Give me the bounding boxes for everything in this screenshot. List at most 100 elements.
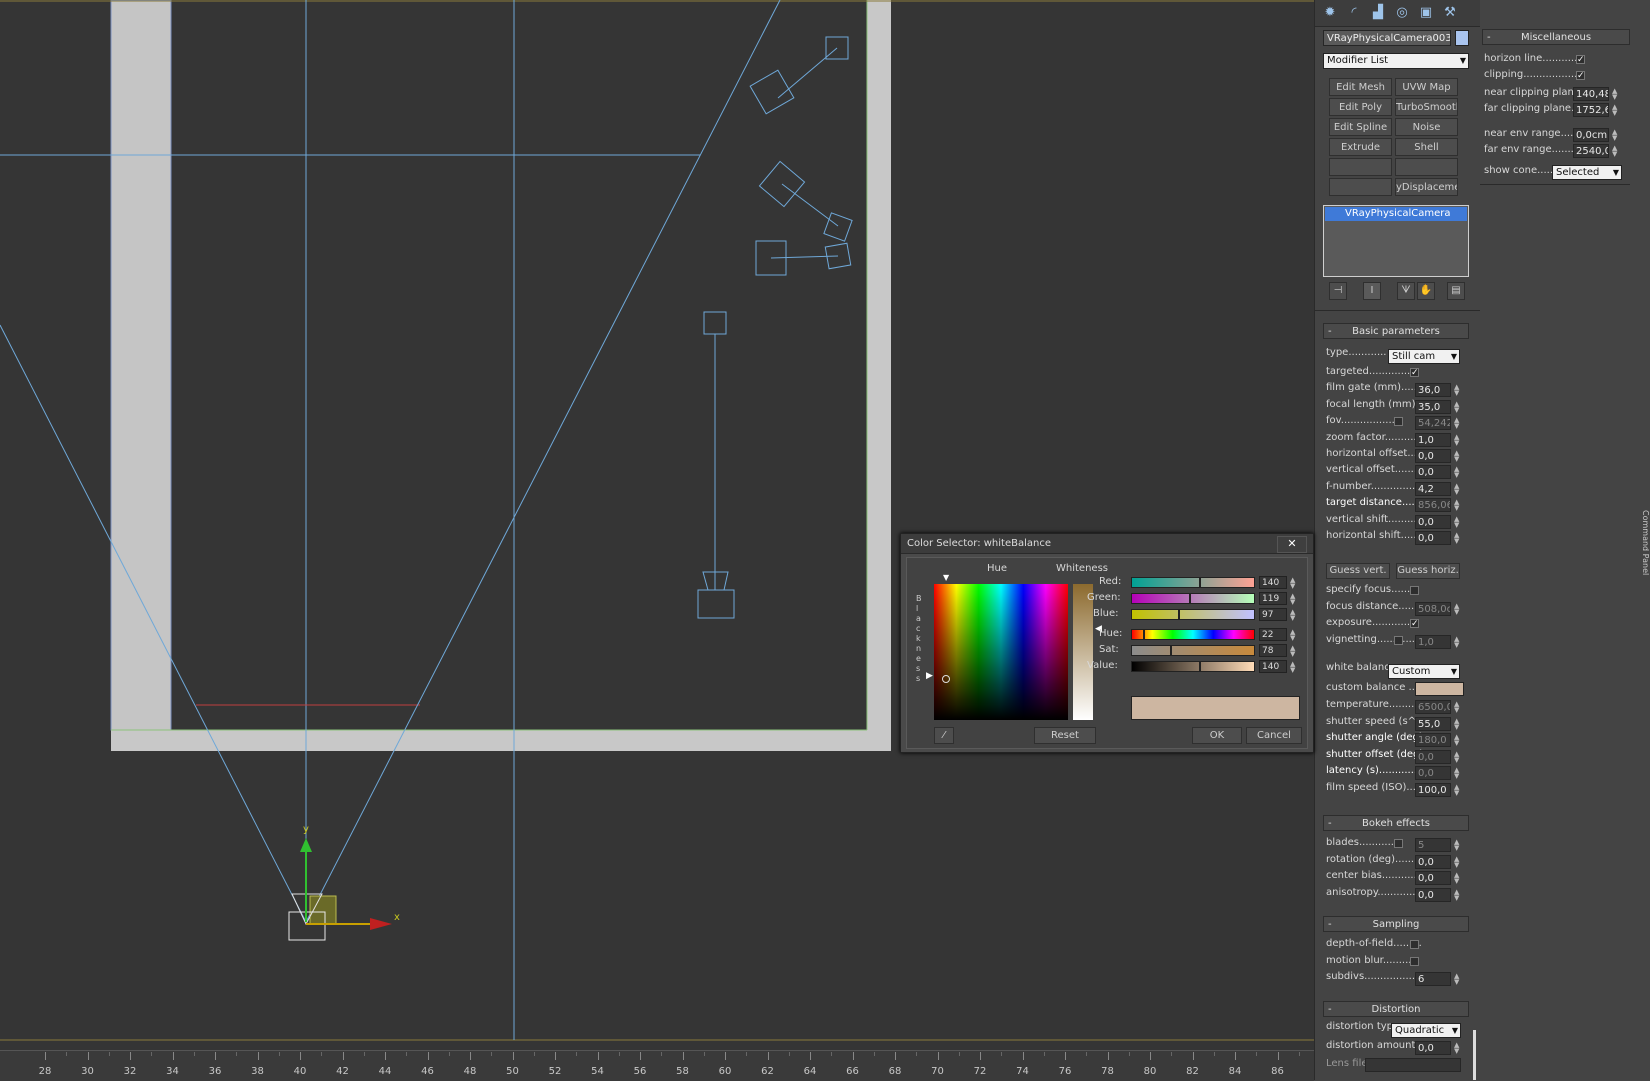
white-balance-dropdown[interactable]: Custom ▼ — [1388, 664, 1460, 679]
object-name-field[interactable]: VRayPhysicalCamera003 — [1323, 30, 1451, 46]
modifier-button-edit-poly[interactable]: Edit Poly — [1329, 98, 1392, 116]
spinner-arrows-icon[interactable]: ▲ ▼ — [1612, 129, 1617, 142]
modifier-button-shell[interactable]: Shell — [1395, 138, 1458, 156]
spinner-arrows-icon[interactable]: ▲ ▼ — [1454, 717, 1459, 730]
spinner-arrows-icon[interactable]: ▲ ▼ — [1454, 602, 1459, 615]
light-objects[interactable] — [697, 36, 853, 619]
horizontal-offset-spinner[interactable]: 0,0 — [1415, 449, 1451, 463]
spinner-arrows-icon[interactable]: ▲ ▼ — [1454, 384, 1459, 397]
reset-button[interactable]: Reset — [1034, 727, 1096, 744]
modifier-button-ydisplacement[interactable]: yDisplacement — [1395, 178, 1458, 196]
modifier-button-extrude[interactable]: Extrude — [1329, 138, 1392, 156]
miscellaneous-rollout[interactable]: - Miscellaneous — [1482, 29, 1630, 45]
remove-modifier-icon[interactable]: ✋ — [1417, 282, 1435, 300]
sat-value[interactable]: 78 — [1259, 644, 1287, 657]
camera-gizmo[interactable] — [288, 838, 392, 941]
hue-slider[interactable] — [1131, 629, 1255, 640]
vertical-shift-spinner[interactable]: 0,0 — [1415, 514, 1451, 529]
ok-button[interactable]: OK — [1192, 727, 1242, 744]
spinner-arrows-icon[interactable]: ▲ ▼ — [1454, 499, 1459, 512]
spinner-arrows-icon[interactable]: ▲ ▼ — [1290, 645, 1295, 658]
make-unique-icon[interactable]: ᗐ — [1397, 282, 1415, 300]
sat-slider-knob[interactable] — [1170, 645, 1172, 656]
blades-spinner[interactable]: 5 — [1415, 838, 1451, 852]
spinner-arrows-icon[interactable]: ▲ ▼ — [1454, 734, 1459, 747]
blackness-pointer-icon[interactable]: ▶ — [926, 671, 933, 681]
spinner-arrows-icon[interactable]: ▲ ▼ — [1290, 661, 1295, 674]
modifier-button-turbosmooth[interactable]: TurboSmooth — [1395, 98, 1458, 116]
vignetting-spinner[interactable]: 1,0 — [1415, 634, 1451, 649]
value-slider[interactable] — [1131, 661, 1255, 672]
green-value[interactable]: 119 — [1259, 592, 1287, 605]
focal-length-mm-spinner[interactable]: 35,0 — [1415, 399, 1451, 414]
modifier-button-edit-spline[interactable]: Edit Spline — [1329, 118, 1392, 136]
dialog-titlebar[interactable]: Color Selector: whiteBalance — [901, 534, 1313, 554]
spinner-arrows-icon[interactable]: ▲ ▼ — [1612, 104, 1617, 117]
sat-slider[interactable] — [1131, 645, 1255, 656]
hue-blackness-gradient[interactable] — [934, 584, 1068, 720]
type-dropdown[interactable]: Still cam ▼ — [1388, 349, 1460, 364]
distortion-type-dropdown[interactable]: Quadratic ▼ — [1391, 1023, 1461, 1038]
modifier-stack[interactable]: VRayPhysicalCamera — [1323, 205, 1469, 277]
configure-sets-icon[interactable]: ▤ — [1447, 282, 1465, 300]
specify-focus-checkbox[interactable] — [1410, 586, 1419, 595]
basic-parameters-rollout[interactable]: - Basic parameters — [1323, 323, 1469, 339]
value-slider-knob[interactable] — [1199, 661, 1201, 672]
hierarchy-tab[interactable]: ▟ — [1369, 4, 1387, 22]
anisotropy-spinner[interactable]: 0,0 — [1415, 887, 1451, 902]
time-ruler[interactable]: 28 30 32 34 36 38 40 42 44 46 48 50 52 54 56 58 60 62 64 66… — [0, 1050, 1314, 1081]
spinner-arrows-icon[interactable]: ▲ ▼ — [1454, 750, 1459, 763]
spinner-arrows-icon[interactable]: ▲ ▼ — [1454, 433, 1459, 446]
f-number-spinner[interactable]: 4,2 — [1415, 481, 1451, 496]
red-slider-knob[interactable] — [1199, 577, 1201, 588]
near-env-range-spinner[interactable]: 0,0cm — [1573, 128, 1609, 142]
modifier-button-empty[interactable] — [1329, 158, 1392, 176]
subdivs-spinner[interactable]: 6 — [1415, 972, 1451, 986]
focus-distance-spinner[interactable]: 508,0cr — [1415, 601, 1451, 616]
distortion-rollout[interactable]: - Distortion — [1323, 1001, 1469, 1017]
custom-balance-swatch[interactable] — [1415, 682, 1464, 696]
modifier-button-empty[interactable] — [1329, 178, 1392, 196]
spinner-arrows-icon[interactable]: ▲ ▼ — [1290, 629, 1295, 642]
distortion-amount-spinner[interactable]: 0,0 — [1415, 1041, 1451, 1055]
spinner-arrows-icon[interactable]: ▲ ▼ — [1290, 577, 1295, 590]
bokeh-effects-rollout[interactable]: - Bokeh effects — [1323, 815, 1469, 831]
spinner-arrows-icon[interactable]: ▲ ▼ — [1454, 400, 1459, 413]
spinner-arrows-icon[interactable]: ▲ ▼ — [1454, 872, 1459, 885]
blades-checkbox[interactable] — [1394, 839, 1403, 848]
spinner-arrows-icon[interactable]: ▲ ▼ — [1454, 482, 1459, 495]
panel-scrollbar[interactable] — [1473, 1030, 1476, 1080]
horizontal-shift-spinner[interactable]: 0,0 — [1415, 531, 1451, 545]
object-color-swatch[interactable] — [1455, 30, 1469, 46]
spinner-arrows-icon[interactable]: ▲ ▼ — [1454, 701, 1459, 714]
spinner-arrows-icon[interactable]: ▲ ▼ — [1454, 855, 1459, 868]
green-slider[interactable] — [1131, 593, 1255, 604]
spinner-arrows-icon[interactable]: ▲ ▼ — [1454, 417, 1459, 430]
clipping-checkbox[interactable]: ✓ — [1576, 71, 1585, 81]
blue-slider-knob[interactable] — [1178, 609, 1180, 620]
spinner-arrows-icon[interactable]: ▲ ▼ — [1454, 783, 1459, 796]
modifier-button-uvw-map[interactable]: UVW Map — [1395, 78, 1458, 96]
show-end-result-icon[interactable]: Ⅰ — [1363, 282, 1381, 300]
spinner-arrows-icon[interactable]: ▲ ▼ — [1454, 635, 1459, 648]
depth-of-field-checkbox[interactable] — [1410, 940, 1419, 949]
utilities-tab[interactable]: ⚒ — [1441, 4, 1459, 22]
vertical-offset-spinner[interactable]: 0,0 — [1415, 465, 1451, 480]
spinner-arrows-icon[interactable]: ▲ ▼ — [1612, 88, 1617, 101]
red-value[interactable]: 140 — [1259, 576, 1287, 589]
blue-slider[interactable] — [1131, 609, 1255, 620]
display-tab[interactable]: ▣ — [1417, 4, 1435, 22]
rotation-deg-spinner[interactable]: 0,0 — [1415, 854, 1451, 869]
exposure-checkbox[interactable]: ✓ — [1410, 619, 1419, 629]
film-gate-mm-spinner[interactable]: 36,0 — [1415, 383, 1451, 398]
far-env-range-spinner[interactable]: 2540,0 — [1573, 144, 1609, 158]
center-bias-spinner[interactable]: 0,0 — [1415, 871, 1451, 885]
stack-item[interactable]: VRayPhysicalCamera — [1325, 207, 1467, 221]
spinner-arrows-icon[interactable]: ▲ ▼ — [1454, 532, 1459, 545]
zoom-factor-spinner[interactable]: 1,0 — [1415, 432, 1451, 447]
hue-slider-knob[interactable] — [1143, 629, 1145, 640]
horizon-line-checkbox[interactable]: ✓ — [1576, 55, 1585, 65]
latency-s-spinner[interactable]: 0,0 — [1415, 766, 1451, 780]
spinner-arrows-icon[interactable]: ▲ ▼ — [1454, 515, 1459, 528]
near-clipping-plane-spinner[interactable]: 140,48 — [1573, 87, 1609, 101]
